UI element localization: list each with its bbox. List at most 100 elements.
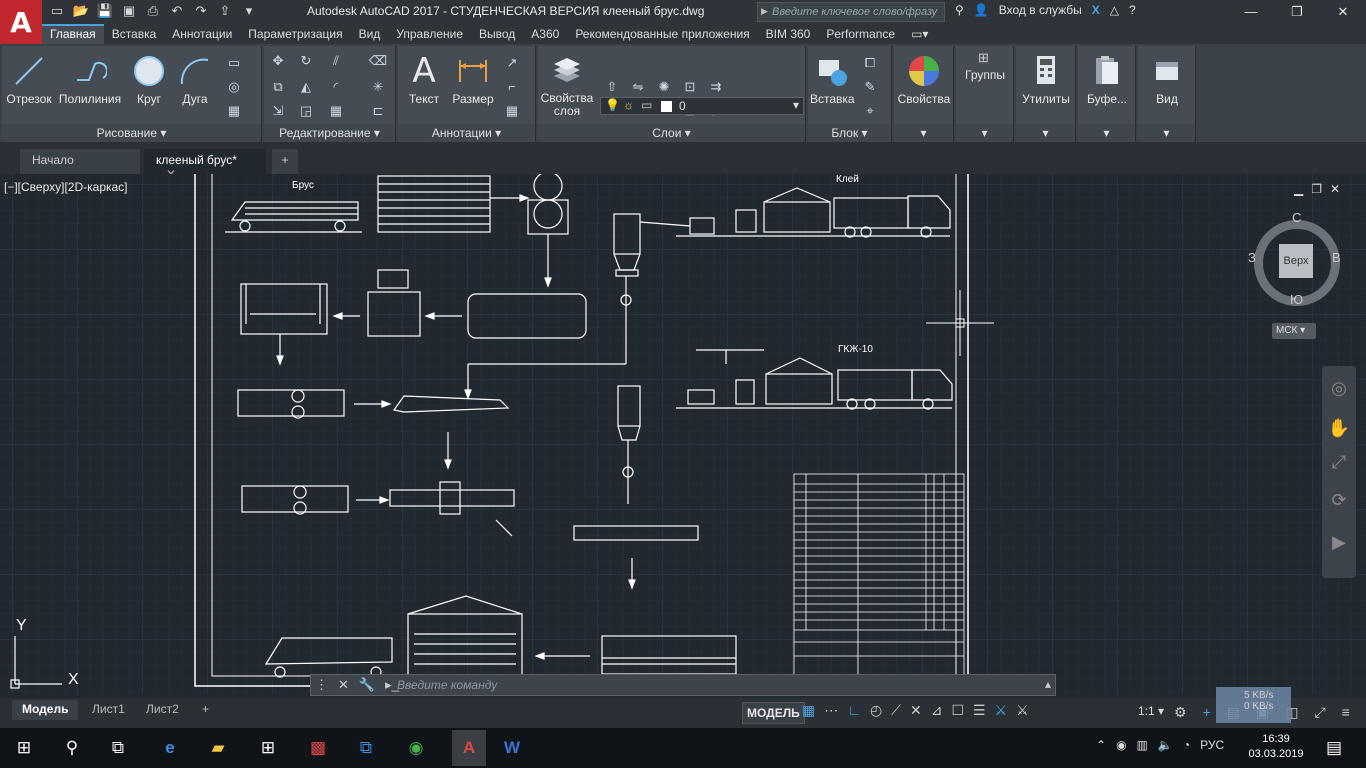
copy-icon[interactable]: ⧉ [268, 78, 288, 96]
minimize-button[interactable]: — [1228, 0, 1274, 24]
orbit-icon[interactable]: ⟳ [1327, 490, 1351, 514]
gift-icon[interactable]: ▩ [306, 736, 330, 760]
layer-off-icon[interactable]: ⇧ [602, 78, 622, 96]
leader-dropdown-icon[interactable]: ⌐ [502, 78, 522, 96]
network-icon[interactable]: ▥ [1137, 738, 1148, 752]
hatch-icon[interactable]: ◎ [224, 78, 244, 96]
autoscale-icon[interactable]: ⚔ [1016, 702, 1029, 719]
office-icon[interactable]: ⧉ [354, 736, 378, 760]
open-file-icon[interactable]: 📂 [72, 2, 90, 20]
volume-icon[interactable]: 🔈 [1158, 738, 1173, 752]
ribbon-options-icon[interactable]: ▭▾ [903, 24, 936, 44]
add-layout-button[interactable]: + [192, 700, 219, 720]
view-button[interactable]: Вид [1138, 50, 1196, 106]
panel-block-title[interactable]: Блок ▾ [808, 124, 891, 142]
snap-icon[interactable]: ⋯ [824, 702, 838, 719]
fillet-icon[interactable]: ◜ [326, 78, 346, 96]
file-explorer-icon[interactable]: ▰ [206, 736, 230, 760]
arc-button[interactable]: Дуга [174, 50, 216, 106]
compass-west[interactable]: З [1248, 250, 1256, 265]
transparency-icon[interactable]: ☰ [973, 702, 986, 719]
workspace-gear-icon[interactable]: ⚙ [1174, 704, 1187, 721]
wifi-icon[interactable]: ◔ [1183, 738, 1190, 752]
ucs-menu-button[interactable]: МСК ▾ [1272, 323, 1316, 339]
customize-status-icon[interactable]: ≡ [1342, 704, 1350, 721]
panel-clipboard-expand[interactable]: ▾ [1078, 124, 1135, 142]
viewport-close-icon[interactable]: ✕ [1330, 182, 1340, 196]
annotation-visibility-icon[interactable]: ⚔ [995, 702, 1008, 719]
save-as-icon[interactable]: ▣ [120, 2, 138, 20]
tab-manage[interactable]: Управление [388, 24, 471, 44]
layer-lock-icon[interactable]: ⊡ [680, 78, 700, 96]
viewport-controls-label[interactable]: [−][Сверху][2D-каркас] [4, 180, 128, 194]
erase-icon[interactable]: ⌫ [368, 52, 388, 70]
tab-performance[interactable]: Performance [818, 24, 903, 44]
store-icon[interactable]: ⊞ [256, 736, 280, 760]
object-track-icon[interactable]: ⊿ [931, 702, 943, 719]
tab-annotate[interactable]: Аннотации [164, 24, 240, 44]
search-icon[interactable]: ⚲ [60, 736, 84, 760]
zoom-icon[interactable]: ⤢ [1327, 452, 1351, 476]
edit-block-icon[interactable]: ✎ [860, 78, 880, 96]
table-icon[interactable]: ▦ [502, 102, 522, 120]
viewport-restore-icon[interactable]: ❐ [1311, 182, 1322, 196]
panel-annotation-title[interactable]: Аннотации ▾ [398, 124, 535, 142]
notifications-icon[interactable]: ▤ [1322, 736, 1346, 760]
taskbar-clock[interactable]: 16:39 03.03.2019 [1248, 732, 1304, 762]
annotation-monitor-icon[interactable]: + [1203, 704, 1211, 721]
model-space-button[interactable]: МОДЕЛЬ [742, 702, 805, 724]
save-icon[interactable]: 💾 [96, 2, 114, 20]
layer-isolate-icon[interactable]: ⇋ [628, 78, 648, 96]
viewport-minimize-icon[interactable]: ▁ [1294, 182, 1303, 196]
tab-home[interactable]: Главная [42, 24, 104, 44]
polar-icon[interactable]: ◴ [870, 702, 882, 719]
undo-icon[interactable]: ↶ [168, 2, 186, 20]
mirror-icon[interactable]: ◭ [296, 78, 316, 96]
tab-view[interactable]: Вид [351, 24, 389, 44]
tab-layout1[interactable]: Лист1 [82, 700, 135, 720]
search-input[interactable]: ▶ Введите ключевое слово/фразу [757, 2, 945, 22]
layer-freeze-icon[interactable]: ✺ [654, 78, 674, 96]
circle-button[interactable]: Круг [128, 50, 170, 106]
drawing-area[interactable]: Брус Клей ГКЖ-10 Y X [−][Сверху][2D-карк… [0, 174, 1366, 694]
compass-east[interactable]: В [1332, 250, 1341, 265]
layer-dropdown[interactable]: 💡 ☼ ▭ 0 ▾ [600, 97, 804, 115]
ortho-icon[interactable]: ∟ [847, 702, 861, 719]
language-indicator[interactable]: РУС [1200, 738, 1224, 752]
tab-insert[interactable]: Вставка [104, 24, 165, 44]
panel-view-expand[interactable]: ▾ [1138, 124, 1195, 142]
maximize-button[interactable]: ❐ [1274, 0, 1320, 24]
rectangle-icon[interactable]: ▭ [224, 54, 244, 72]
customize-wrench-icon[interactable]: 🔧 [359, 677, 375, 693]
tab-layout2[interactable]: Лист2 [136, 700, 189, 720]
new-file-icon[interactable]: ▭ [48, 2, 66, 20]
signin-link[interactable]: Вход в службы [999, 3, 1082, 17]
grip-icon[interactable]: ⋮ [315, 677, 328, 693]
tab-drawing[interactable]: клееный брус* ✕ [144, 149, 266, 181]
user-icon[interactable]: 👤 [974, 3, 989, 17]
isodraft-icon[interactable]: ⟋ [891, 702, 901, 719]
trim-icon[interactable]: ⫽ [326, 52, 346, 70]
groups-button[interactable]: Группы [956, 68, 1014, 82]
binoculars-icon[interactable]: ⚲ [955, 3, 964, 17]
fullscreen-icon[interactable]: ⤢ [1314, 704, 1325, 721]
application-menu-button[interactable]: A [0, 0, 42, 44]
print-icon[interactable]: ⎙ [144, 2, 162, 20]
search-expand-icon[interactable]: ▶ [761, 6, 768, 17]
windows-start-icon[interactable]: ⊞ [12, 736, 36, 760]
stretch-icon[interactable]: ⇲ [268, 102, 288, 120]
command-input[interactable]: Введите команду [397, 678, 497, 692]
dimension-button[interactable]: Размер [448, 50, 498, 106]
layer-properties-button[interactable]: Свойства слоя [540, 50, 594, 118]
offset-icon[interactable]: ⊏ [368, 102, 388, 120]
tab-parametric[interactable]: Параметризация [240, 24, 350, 44]
panel-draw-title[interactable]: Рисование ▾ [2, 124, 261, 142]
rotate-icon[interactable]: ↻ [296, 52, 316, 70]
leader-icon[interactable]: ↗ [502, 54, 522, 72]
close-command-icon[interactable]: ✕ [338, 677, 349, 693]
redo-icon[interactable]: ↷ [192, 2, 210, 20]
layer-match-icon[interactable]: ⇉ [706, 78, 726, 96]
tab-model[interactable]: Модель [12, 700, 79, 720]
create-block-icon[interactable]: ⧠ [860, 54, 880, 72]
chrome-icon[interactable]: ◉ [404, 736, 428, 760]
